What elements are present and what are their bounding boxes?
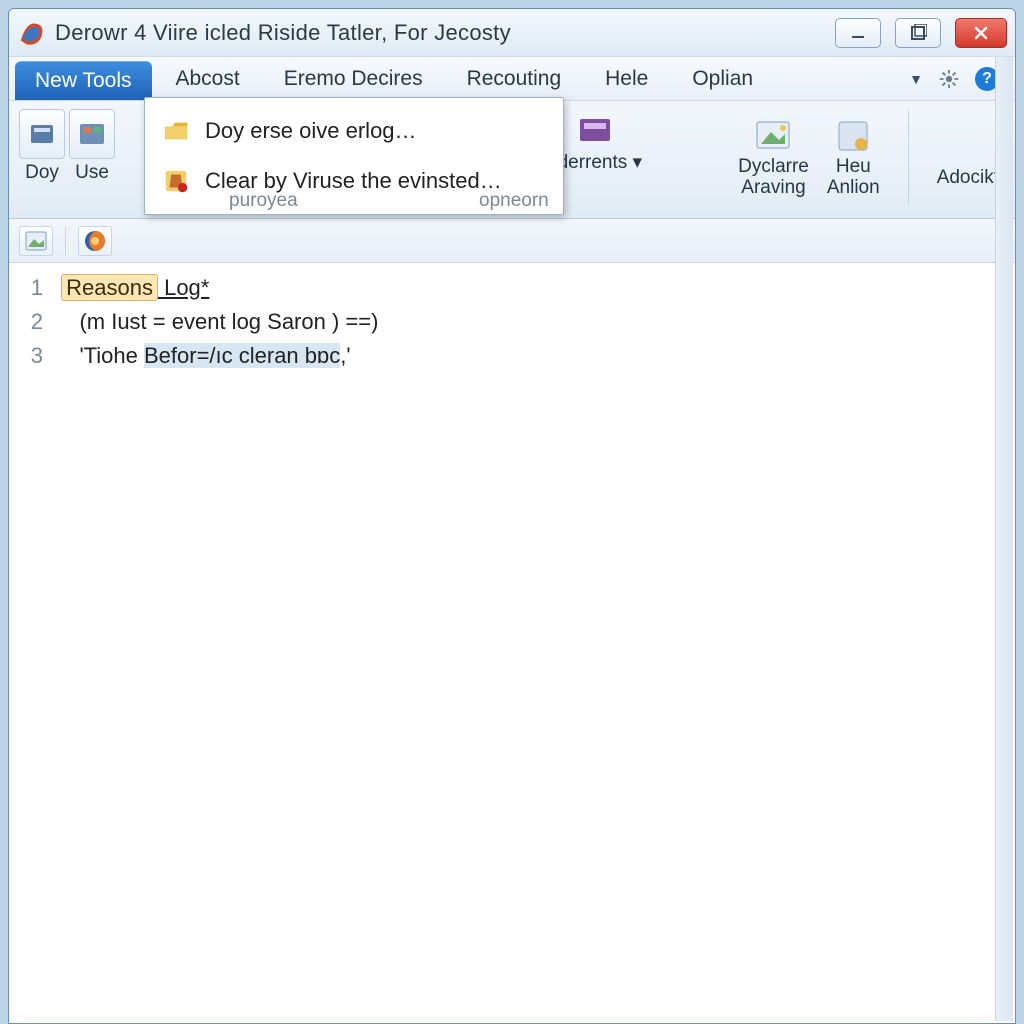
code-editor[interactable]: 1 2 3 Reasons Log* (m Iust = event log S… — [9, 263, 1015, 1023]
code-line[interactable]: 'Tiohe Befor=/ıc cleran bɒc,' — [55, 339, 1015, 373]
disk-icon — [830, 115, 876, 157]
toolbar-separator — [65, 227, 66, 255]
toolbar-btn-image[interactable] — [19, 226, 53, 256]
toolbar-btn-firefox[interactable] — [78, 226, 112, 256]
dropdown-item-label: Doy erse oive erlog… — [205, 118, 417, 144]
code-line[interactable]: Reasons Log* — [55, 271, 1015, 305]
line-number: 1 — [9, 271, 43, 305]
close-button[interactable] — [955, 18, 1007, 48]
menu-overflow-icon[interactable]: ▼ — [909, 71, 923, 87]
line-gutter: 1 2 3 — [9, 271, 55, 1023]
selected-text: Befor=/ıc cleran bɒc — [144, 343, 340, 368]
use-icon — [69, 109, 115, 159]
highlighted-token: Reasons — [61, 274, 158, 301]
secondary-toolbar — [9, 219, 1015, 263]
window-title: Derowr 4 Viire icled Riside Tatler, For … — [55, 20, 511, 46]
maximize-button[interactable] — [895, 18, 941, 48]
menu-tab-eremo[interactable]: Eremo Decires — [262, 57, 445, 100]
ribbon-btn-adocikt[interactable]: Adocikt — [937, 126, 999, 189]
minimize-button[interactable] — [835, 18, 881, 48]
dropdown-item-erlog[interactable]: Doy erse oive erlog… — [145, 106, 563, 156]
app-window: Derowr 4 Viire icled Riside Tatler, For … — [8, 8, 1016, 1024]
folder-icon — [161, 116, 191, 146]
ribbon-right: DyclarreAraving HeuAnlion Adocikt — [738, 109, 1005, 205]
clear-icon — [161, 166, 191, 196]
vertical-scrollbar[interactable] — [995, 57, 1013, 1021]
line-number: 3 — [9, 339, 43, 373]
menubar: New Tools Abcost Eremo Decires Recouting… — [9, 57, 1015, 101]
ribbon-btn-heu[interactable]: HeuAnlion — [827, 115, 880, 199]
code-lines[interactable]: Reasons Log* (m Iust = event log Saron )… — [55, 271, 1015, 1023]
line-number: 2 — [9, 305, 43, 339]
doy-icon — [19, 109, 65, 159]
menu-tab-abcost[interactable]: Abcost — [154, 57, 262, 100]
menu-tab-hele[interactable]: Hele — [583, 57, 670, 100]
image-icon — [750, 115, 796, 157]
ribbon-group-label-opneorn: opneorn — [479, 190, 549, 212]
ribbon-group-label-puroyea: puroyea — [229, 190, 298, 212]
menu-tab-new-tools[interactable]: New Tools — [15, 61, 152, 100]
menu-tab-recouting[interactable]: Recouting — [445, 57, 584, 100]
ribbon-btn-doy[interactable]: Doy — [19, 109, 65, 184]
ribbon-btn-dyclarre[interactable]: DyclarreAraving — [738, 115, 809, 199]
ribbon-separator — [908, 109, 909, 205]
app-icon — [17, 18, 47, 48]
code-text: Log* — [158, 275, 209, 300]
nderrents-icon — [572, 109, 618, 151]
code-line[interactable]: (m Iust = event log Saron ) ==) — [55, 305, 1015, 339]
ribbon: Doy Use Doy erse oive erlog… Clear by Vi… — [9, 101, 1015, 219]
window-buttons — [835, 18, 1007, 48]
menu-tab-oplian[interactable]: Oplian — [670, 57, 775, 100]
titlebar: Derowr 4 Viire icled Riside Tatler, For … — [9, 9, 1015, 57]
ribbon-btn-use[interactable]: Use — [69, 109, 115, 184]
gear-icon[interactable] — [937, 67, 961, 91]
